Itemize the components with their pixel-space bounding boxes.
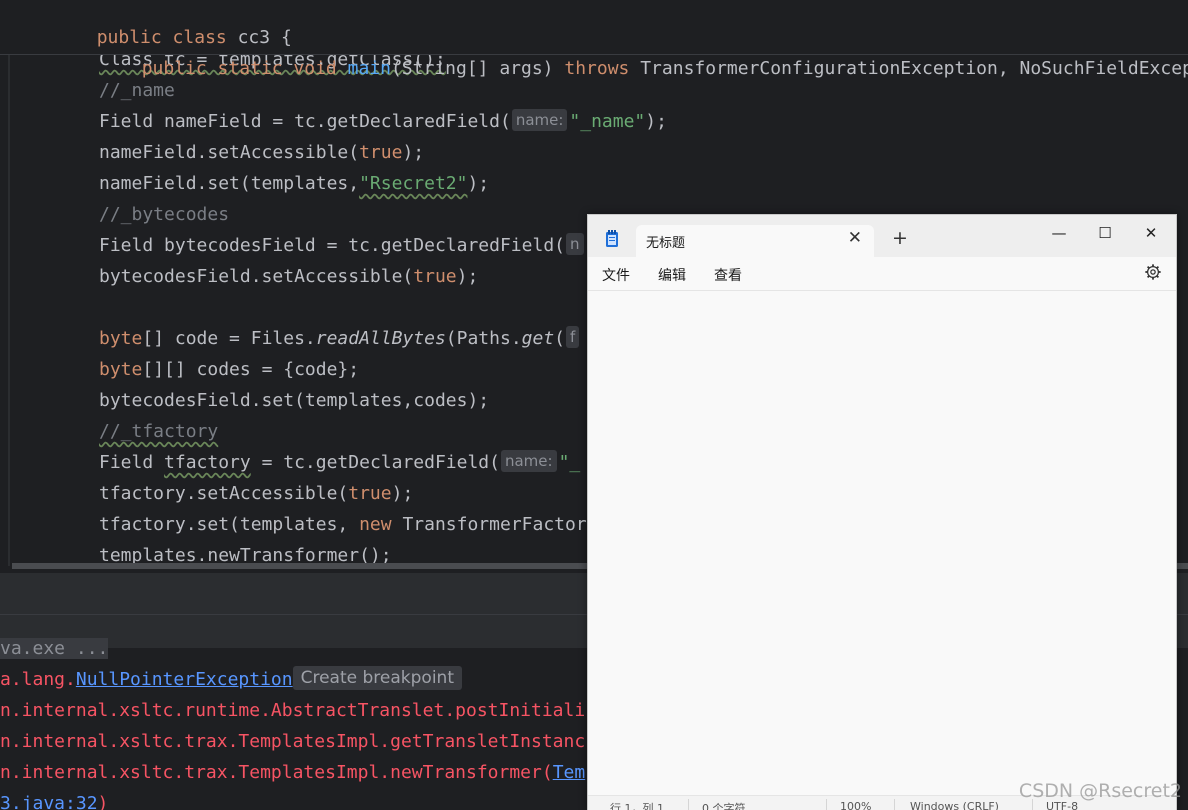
notepad-text-area[interactable] [588, 291, 1176, 795]
console-line: n.internal.xsltc.runtime.AbstractTransle… [0, 695, 585, 726]
method-name: main [347, 58, 391, 79]
code-text: nameField.setAccessible( [99, 142, 360, 163]
code-line: tfactory.setAccessible(true); [99, 478, 413, 509]
maximize-button[interactable]: ☐ [1082, 219, 1128, 247]
status-divider [826, 799, 827, 810]
code-text: ( [554, 328, 566, 349]
new-tab-button[interactable]: + [892, 227, 908, 249]
code-line: //_bytecodes [99, 199, 229, 230]
keyword: public static void [141, 58, 348, 79]
string-literal: "_ [558, 452, 581, 473]
stacktrace-text: n.internal.xsltc.runtime.AbstractTransle… [0, 700, 586, 721]
code-text: tfactory.set(templates, [99, 514, 360, 535]
console-line: a.lang.NullPointerException Create breakp… [0, 664, 462, 695]
create-breakpoint-button[interactable]: Create breakpoint [292, 666, 462, 690]
code-line: bytecodesField.setAccessible(true); [99, 261, 478, 292]
notepad-tab[interactable]: 无标题 ✕ [636, 225, 874, 257]
keyword: true [359, 142, 403, 163]
stacktrace-text: n.internal.xsltc.trax.TemplatesImpl.getT… [0, 731, 586, 752]
status-char-count: 0 个字符 [702, 802, 746, 810]
settings-gear-icon[interactable] [1144, 263, 1162, 281]
notepad-app-icon [606, 230, 618, 247]
console-line: 3.java:32) [0, 788, 108, 810]
keyword: byte [99, 328, 143, 349]
code-text: ); [402, 142, 425, 163]
menu-file[interactable]: 文件 [602, 265, 630, 285]
exception-list: TransformerConfigurationException, NoSuc… [640, 58, 1188, 79]
status-cursor-position: 行 1，列 1 [610, 802, 664, 810]
source-link[interactable]: Tem [553, 762, 586, 783]
tab-close-icon[interactable]: ✕ [848, 228, 862, 248]
code-text: ); [467, 173, 490, 194]
code-text: (Paths. [445, 328, 522, 349]
stacktrace-text: n.internal.xsltc.trax.TemplatesImpl.newT… [0, 762, 553, 783]
menu-view[interactable]: 查看 [714, 265, 742, 285]
code-text: ); [456, 266, 479, 287]
status-divider [688, 799, 689, 810]
code-text: ); [391, 483, 414, 504]
status-divider [894, 799, 895, 810]
stacktrace-text: ) [97, 793, 109, 810]
exception-link[interactable]: NullPointerException [76, 669, 293, 690]
parameter-hint: n [566, 233, 584, 255]
static-method: get [521, 328, 555, 349]
code-text: [][] codes = {code}; [142, 359, 360, 380]
keyword: byte [99, 359, 143, 380]
status-line-ending[interactable]: Windows (CRLF) [910, 800, 999, 810]
code-text: Field [99, 452, 165, 473]
code-text: tfactory.setAccessible( [99, 483, 349, 504]
watermark: CSDN @Rsecret2 [1018, 780, 1182, 802]
tab-title: 无标题 [646, 236, 686, 251]
comment: //_bytecodes [99, 204, 230, 225]
minimize-button[interactable]: — [1036, 219, 1082, 247]
code-line: bytecodesField.set(templates,codes); [99, 385, 489, 416]
code-line: nameField.setAccessible(true); [99, 137, 424, 168]
keyword: true [413, 266, 457, 287]
keyword: true [348, 483, 392, 504]
code-line: Field tfactory = tc.getDeclaredField(nam… [99, 447, 580, 478]
sticky-scroll-header: public class cc3 { public static void ma… [0, 0, 1188, 79]
parameter-hint: name: [500, 450, 557, 472]
keyword: throws [564, 58, 641, 79]
sticky-line-method: public static void main(String[] args) t… [55, 22, 1188, 115]
console-line: n.internal.xsltc.trax.TemplatesImpl.getT… [0, 726, 585, 757]
code-line: //_tfactory [99, 416, 218, 447]
code-text: bytecodesField.set(templates,codes); [99, 390, 490, 411]
screen: public class cc3 { public static void ma… [0, 0, 1188, 810]
code-line: tfactory.set(templates, new TransformerF… [99, 509, 587, 540]
keyword: new [359, 514, 392, 535]
code-text: [] code = Files. [142, 328, 316, 349]
method-args: (String[] args) [390, 58, 565, 79]
comment: //_tfactory [99, 421, 219, 442]
parameter-hint: f [566, 326, 580, 348]
variable-name: tfactory [164, 452, 251, 473]
code-text: nameField.set(templates, [99, 173, 360, 194]
string-literal: "Rsecret2" [359, 173, 468, 194]
console-line: va.exe ... [0, 633, 109, 664]
code-text: TransformerFactor [391, 514, 587, 535]
code-line: nameField.set(templates,"Rsecret2"); [99, 168, 489, 199]
error-text: a.lang. [0, 669, 76, 690]
close-button[interactable]: ✕ [1128, 219, 1174, 247]
menu-edit[interactable]: 编辑 [658, 265, 686, 285]
static-method: readAllBytes [315, 328, 446, 349]
code-text: Field bytecodesField = tc.getDeclaredFie… [99, 235, 565, 256]
notepad-titlebar[interactable]: 无标题 ✕ + — ☐ ✕ [588, 215, 1176, 257]
notepad-window: 无标题 ✕ + — ☐ ✕ 文件 编辑 查看 行 1，列 1 0 个字符 100… [587, 214, 1177, 810]
code-line: Field bytecodesField = tc.getDeclaredFie… [99, 230, 586, 261]
run-command: va.exe ... [0, 638, 109, 659]
code-text: bytecodesField.setAccessible( [99, 266, 414, 287]
notepad-menubar: 文件 编辑 查看 [588, 257, 1176, 291]
code-line: byte[] code = Files.readAllBytes(Paths.g… [99, 323, 581, 354]
source-link[interactable]: 3.java:32 [0, 793, 98, 810]
code-text: = tc.getDeclaredField( [250, 452, 500, 473]
console-line: n.internal.xsltc.trax.TemplatesImpl.newT… [0, 757, 585, 788]
status-zoom[interactable]: 100% [840, 800, 871, 810]
code-line: byte[][] codes = {code}; [99, 354, 359, 385]
